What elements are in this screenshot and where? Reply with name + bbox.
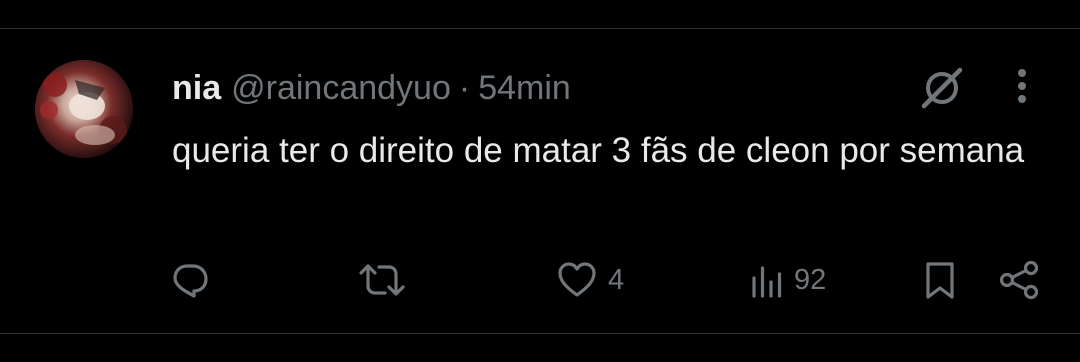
tweet-header: nia @raincandyuo · 54min	[172, 68, 571, 108]
share-icon	[998, 260, 1042, 300]
bookmark-button[interactable]	[920, 258, 960, 302]
author-name[interactable]: nia	[172, 69, 221, 108]
views-button[interactable]: 92	[750, 258, 826, 302]
avatar[interactable]	[35, 60, 133, 158]
like-count: 4	[608, 263, 625, 296]
heart-icon	[556, 260, 598, 300]
tweet-text: queria ter o direito de matar 3 fãs de c…	[172, 131, 1025, 170]
share-button[interactable]	[998, 258, 1042, 302]
reply-button[interactable]	[170, 258, 210, 302]
grok-button[interactable]	[916, 67, 968, 114]
views-icon	[750, 260, 784, 300]
views-count: 92	[794, 263, 827, 296]
more-icon	[1016, 67, 1028, 110]
author-handle[interactable]: @raincandyuo	[231, 69, 451, 108]
reply-icon	[170, 260, 210, 300]
bottom-divider	[0, 333, 1080, 334]
retweet-icon	[358, 260, 406, 300]
separator-dot: ·	[458, 68, 471, 107]
top-divider	[0, 28, 1080, 29]
more-button[interactable]	[1004, 66, 1040, 110]
retweet-button[interactable]	[358, 258, 406, 302]
grok-icon	[918, 67, 966, 114]
like-button[interactable]: 4	[556, 258, 624, 302]
bookmark-icon	[920, 260, 960, 300]
tweet-timestamp[interactable]: 54min	[478, 69, 571, 108]
